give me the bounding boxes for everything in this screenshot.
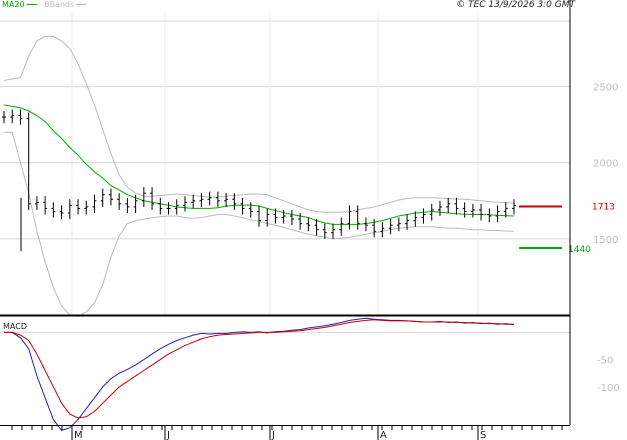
macd-signal-line <box>4 319 514 419</box>
support-label: 1440 <box>568 245 591 255</box>
x-axis-ticks: MJJAS <box>11 425 563 440</box>
macd-panel: -50 -100 <box>0 317 620 431</box>
macd-y-tick--50: -50 <box>597 356 613 367</box>
price-chart: 2500 2000 1500 1713 1440 -50 -100 M J J A S <box>0 0 620 440</box>
x-tick-label-3: A <box>380 430 387 440</box>
bollinger-bands <box>3 35 515 318</box>
price-levels: 1713 1440 <box>519 202 615 255</box>
x-tick-label-1: J <box>166 430 170 440</box>
resistance-label: 1713 <box>592 202 615 212</box>
y-tick-2500: 2500 <box>593 83 618 94</box>
bband-upper-line <box>3 35 515 213</box>
macd-label: MACD <box>3 322 27 331</box>
x-tick-label-4: S <box>480 430 486 440</box>
macd-y-tick--100: -100 <box>597 383 620 394</box>
y-tick-1500: 1500 <box>593 235 618 246</box>
y-tick-2000: 2000 <box>593 159 618 170</box>
legend-bbands-swatch <box>76 4 87 5</box>
legend: MA20 BBands <box>2 0 88 10</box>
ohlc-bars <box>2 109 516 252</box>
grid-lines: 2500 2000 1500 <box>0 12 618 315</box>
legend-ma20: MA20 <box>2 0 25 9</box>
legend-ma20-swatch <box>26 4 37 5</box>
macd-line <box>4 317 515 431</box>
x-tick-label-2: J <box>271 430 275 440</box>
x-tick-label-0: M <box>74 430 83 440</box>
copyright-text: © TEC 13/9/2026 3:0 GMT <box>456 0 575 10</box>
legend-bbands: BBands <box>44 0 75 9</box>
